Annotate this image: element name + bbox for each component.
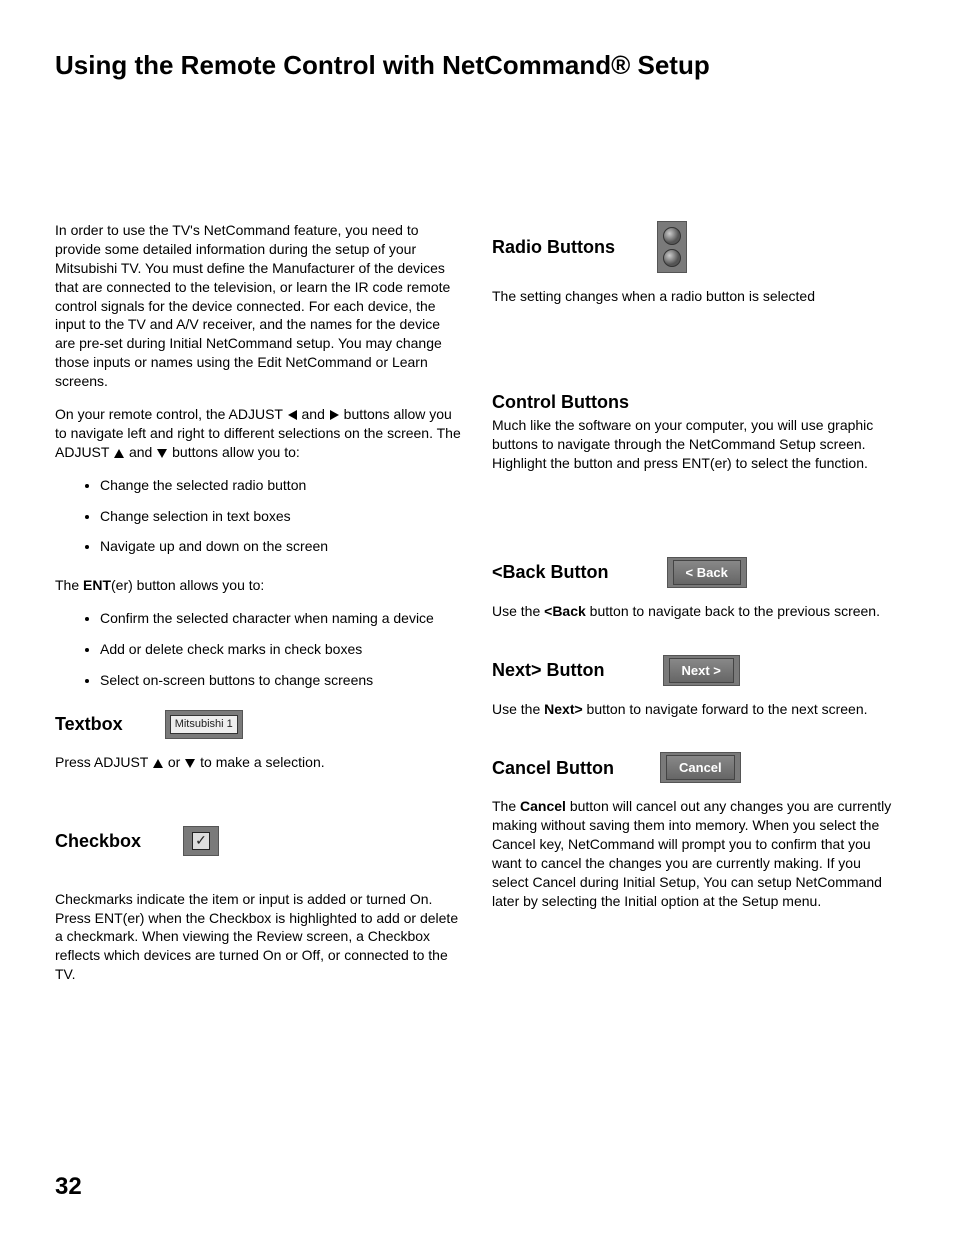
cancel-button-label: Cancel xyxy=(666,755,735,780)
text: On your remote control, the ADJUST xyxy=(55,406,287,422)
textbox-heading: Textbox xyxy=(55,712,123,736)
text: The xyxy=(55,577,83,593)
radio-heading: Radio Buttons xyxy=(492,235,615,259)
next-button-label: Next > xyxy=(669,658,734,683)
cancel-button-graphic: Cancel xyxy=(660,752,741,783)
radio-body: The setting changes when a radio button … xyxy=(492,287,899,306)
cancel-bold: Cancel xyxy=(520,798,566,814)
text: button to navigate back to the previous … xyxy=(586,603,880,619)
text: Use the xyxy=(492,701,544,717)
textbox-instruction: Press ADJUST or to make a selection. xyxy=(55,753,462,772)
checkbox-heading: Checkbox xyxy=(55,829,141,853)
radio-graphic xyxy=(657,221,687,273)
next-bold: Next> xyxy=(544,701,583,717)
text: to make a selection. xyxy=(196,754,324,770)
left-column: In order to use the TV's NetCommand feat… xyxy=(55,221,462,998)
text: or xyxy=(164,754,184,770)
checkbox-graphic: ✓ xyxy=(183,826,219,856)
text: (er) button allows you to: xyxy=(111,577,264,593)
arrow-right-icon xyxy=(330,410,339,420)
textbox-section: Textbox Mitsubishi 1 xyxy=(55,710,462,739)
page-number: 32 xyxy=(55,1173,82,1201)
back-body: Use the <Back button to navigate back to… xyxy=(492,602,899,621)
arrow-up-icon xyxy=(153,759,163,768)
ent-line: The ENT(er) button allows you to: xyxy=(55,576,462,595)
textbox-graphic: Mitsubishi 1 xyxy=(165,710,243,739)
radio-unselected-icon xyxy=(663,249,681,267)
arrow-down-icon xyxy=(157,449,167,458)
checkbox-section: Checkbox ✓ xyxy=(55,826,462,856)
cancel-heading: Cancel Button xyxy=(492,756,614,780)
adjust-paragraph: On your remote control, the ADJUST and b… xyxy=(55,405,462,462)
control-body: Much like the software on your computer,… xyxy=(492,416,899,473)
textbox-value: Mitsubishi 1 xyxy=(170,715,238,734)
text: buttons allow you to: xyxy=(168,444,300,460)
list-item: Confirm the selected character when nami… xyxy=(100,609,462,628)
checkmark-icon: ✓ xyxy=(192,832,210,850)
arrow-down-icon xyxy=(185,759,195,768)
control-heading: Control Buttons xyxy=(492,390,899,414)
list-item: Select on-screen buttons to change scree… xyxy=(100,671,462,690)
back-section: <Back Button < Back xyxy=(492,557,899,588)
intro-paragraph: In order to use the TV's NetCommand feat… xyxy=(55,221,462,391)
radio-selected-icon xyxy=(663,227,681,245)
list-item: Navigate up and down on the screen xyxy=(100,537,462,556)
next-heading: Next> Button xyxy=(492,658,605,682)
list-item: Change selection in text boxes xyxy=(100,507,462,526)
checkbox-body: Checkmarks indicate the item or input is… xyxy=(55,890,462,984)
text: Press ADJUST xyxy=(55,754,152,770)
list-item: Add or delete check marks in check boxes xyxy=(100,640,462,659)
back-bold: <Back xyxy=(544,603,586,619)
bullets-ent: Confirm the selected character when nami… xyxy=(100,609,462,690)
text: and xyxy=(298,406,329,422)
text: and xyxy=(125,444,156,460)
ent-bold: ENT xyxy=(83,577,111,593)
list-item: Change the selected radio button xyxy=(100,476,462,495)
right-column: Radio Buttons The setting changes when a… xyxy=(492,221,899,998)
cancel-body: The Cancel button will cancel out any ch… xyxy=(492,797,899,910)
back-heading: <Back Button xyxy=(492,560,609,584)
text: The xyxy=(492,798,520,814)
back-button-label: < Back xyxy=(673,560,741,585)
page-title: Using the Remote Control with NetCommand… xyxy=(55,50,899,81)
arrow-left-icon xyxy=(288,410,297,420)
text: Use the xyxy=(492,603,544,619)
back-button-graphic: < Back xyxy=(667,557,747,588)
text: button will cancel out any changes you a… xyxy=(492,798,891,908)
cancel-section: Cancel Button Cancel xyxy=(492,752,899,783)
bullets-adjust: Change the selected radio button Change … xyxy=(100,476,462,557)
arrow-up-icon xyxy=(114,449,124,458)
next-body: Use the Next> button to navigate forward… xyxy=(492,700,899,719)
radio-section: Radio Buttons xyxy=(492,221,899,273)
next-button-graphic: Next > xyxy=(663,655,740,686)
text: button to navigate forward to the next s… xyxy=(583,701,868,717)
next-section: Next> Button Next > xyxy=(492,655,899,686)
content-columns: In order to use the TV's NetCommand feat… xyxy=(55,221,899,998)
